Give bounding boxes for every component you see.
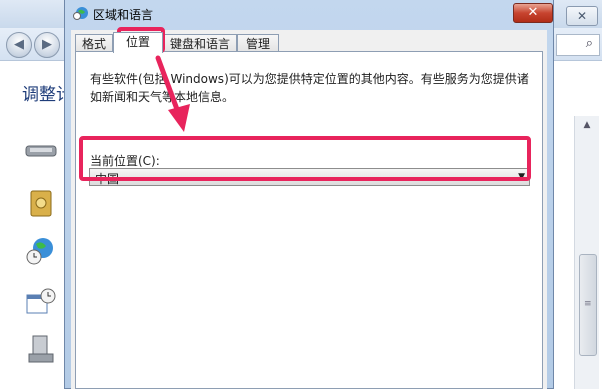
tab-location[interactable]: 位置 bbox=[113, 32, 163, 53]
forward-button[interactable]: ▶ bbox=[34, 32, 60, 58]
dialog-body: 格式 位置 键盘和语言 管理 有些软件(包括 Windows)可以为您提供特定位… bbox=[71, 30, 547, 389]
location-tab-panel: 有些软件(包括 Windows)可以为您提供特定位置的其他内容。有些服务为您提供… bbox=[75, 51, 543, 389]
dropdown-highlight bbox=[79, 136, 531, 181]
back-button[interactable]: ◀ bbox=[6, 32, 32, 58]
region-language-icon bbox=[73, 7, 88, 20]
background-close-button[interactable]: ✕ bbox=[566, 6, 598, 26]
dialog-close-button[interactable]: ✕ bbox=[513, 3, 553, 23]
dialog-title: 区域和语言 bbox=[93, 8, 154, 22]
tab-formats[interactable]: 格式 bbox=[75, 34, 113, 52]
safe-icon[interactable] bbox=[24, 188, 58, 218]
computer-icon[interactable] bbox=[24, 334, 58, 364]
search-box[interactable]: ⌕ bbox=[556, 34, 600, 56]
location-description: 有些软件(包括 Windows)可以为您提供特定位置的其他内容。有些服务为您提供… bbox=[90, 72, 529, 104]
scroll-up-arrow[interactable]: ▲ bbox=[575, 120, 599, 134]
tab-keyboards-languages[interactable]: 键盘和语言 bbox=[163, 34, 237, 52]
scroll-thumb[interactable]: ≡ bbox=[579, 254, 597, 356]
tab-administrative[interactable]: 管理 bbox=[237, 34, 279, 52]
vertical-scrollbar[interactable]: ▲ ≡ bbox=[574, 116, 599, 389]
keyboard-icon[interactable] bbox=[24, 136, 58, 166]
calendar-clock-icon[interactable] bbox=[24, 286, 58, 316]
region-language-dialog: 区域和语言 ✕ 格式 位置 键盘和语言 管理 有些软件(包括 Windows)可… bbox=[64, 0, 554, 389]
globe-clock-icon[interactable] bbox=[24, 236, 58, 266]
search-icon: ⌕ bbox=[585, 36, 593, 51]
